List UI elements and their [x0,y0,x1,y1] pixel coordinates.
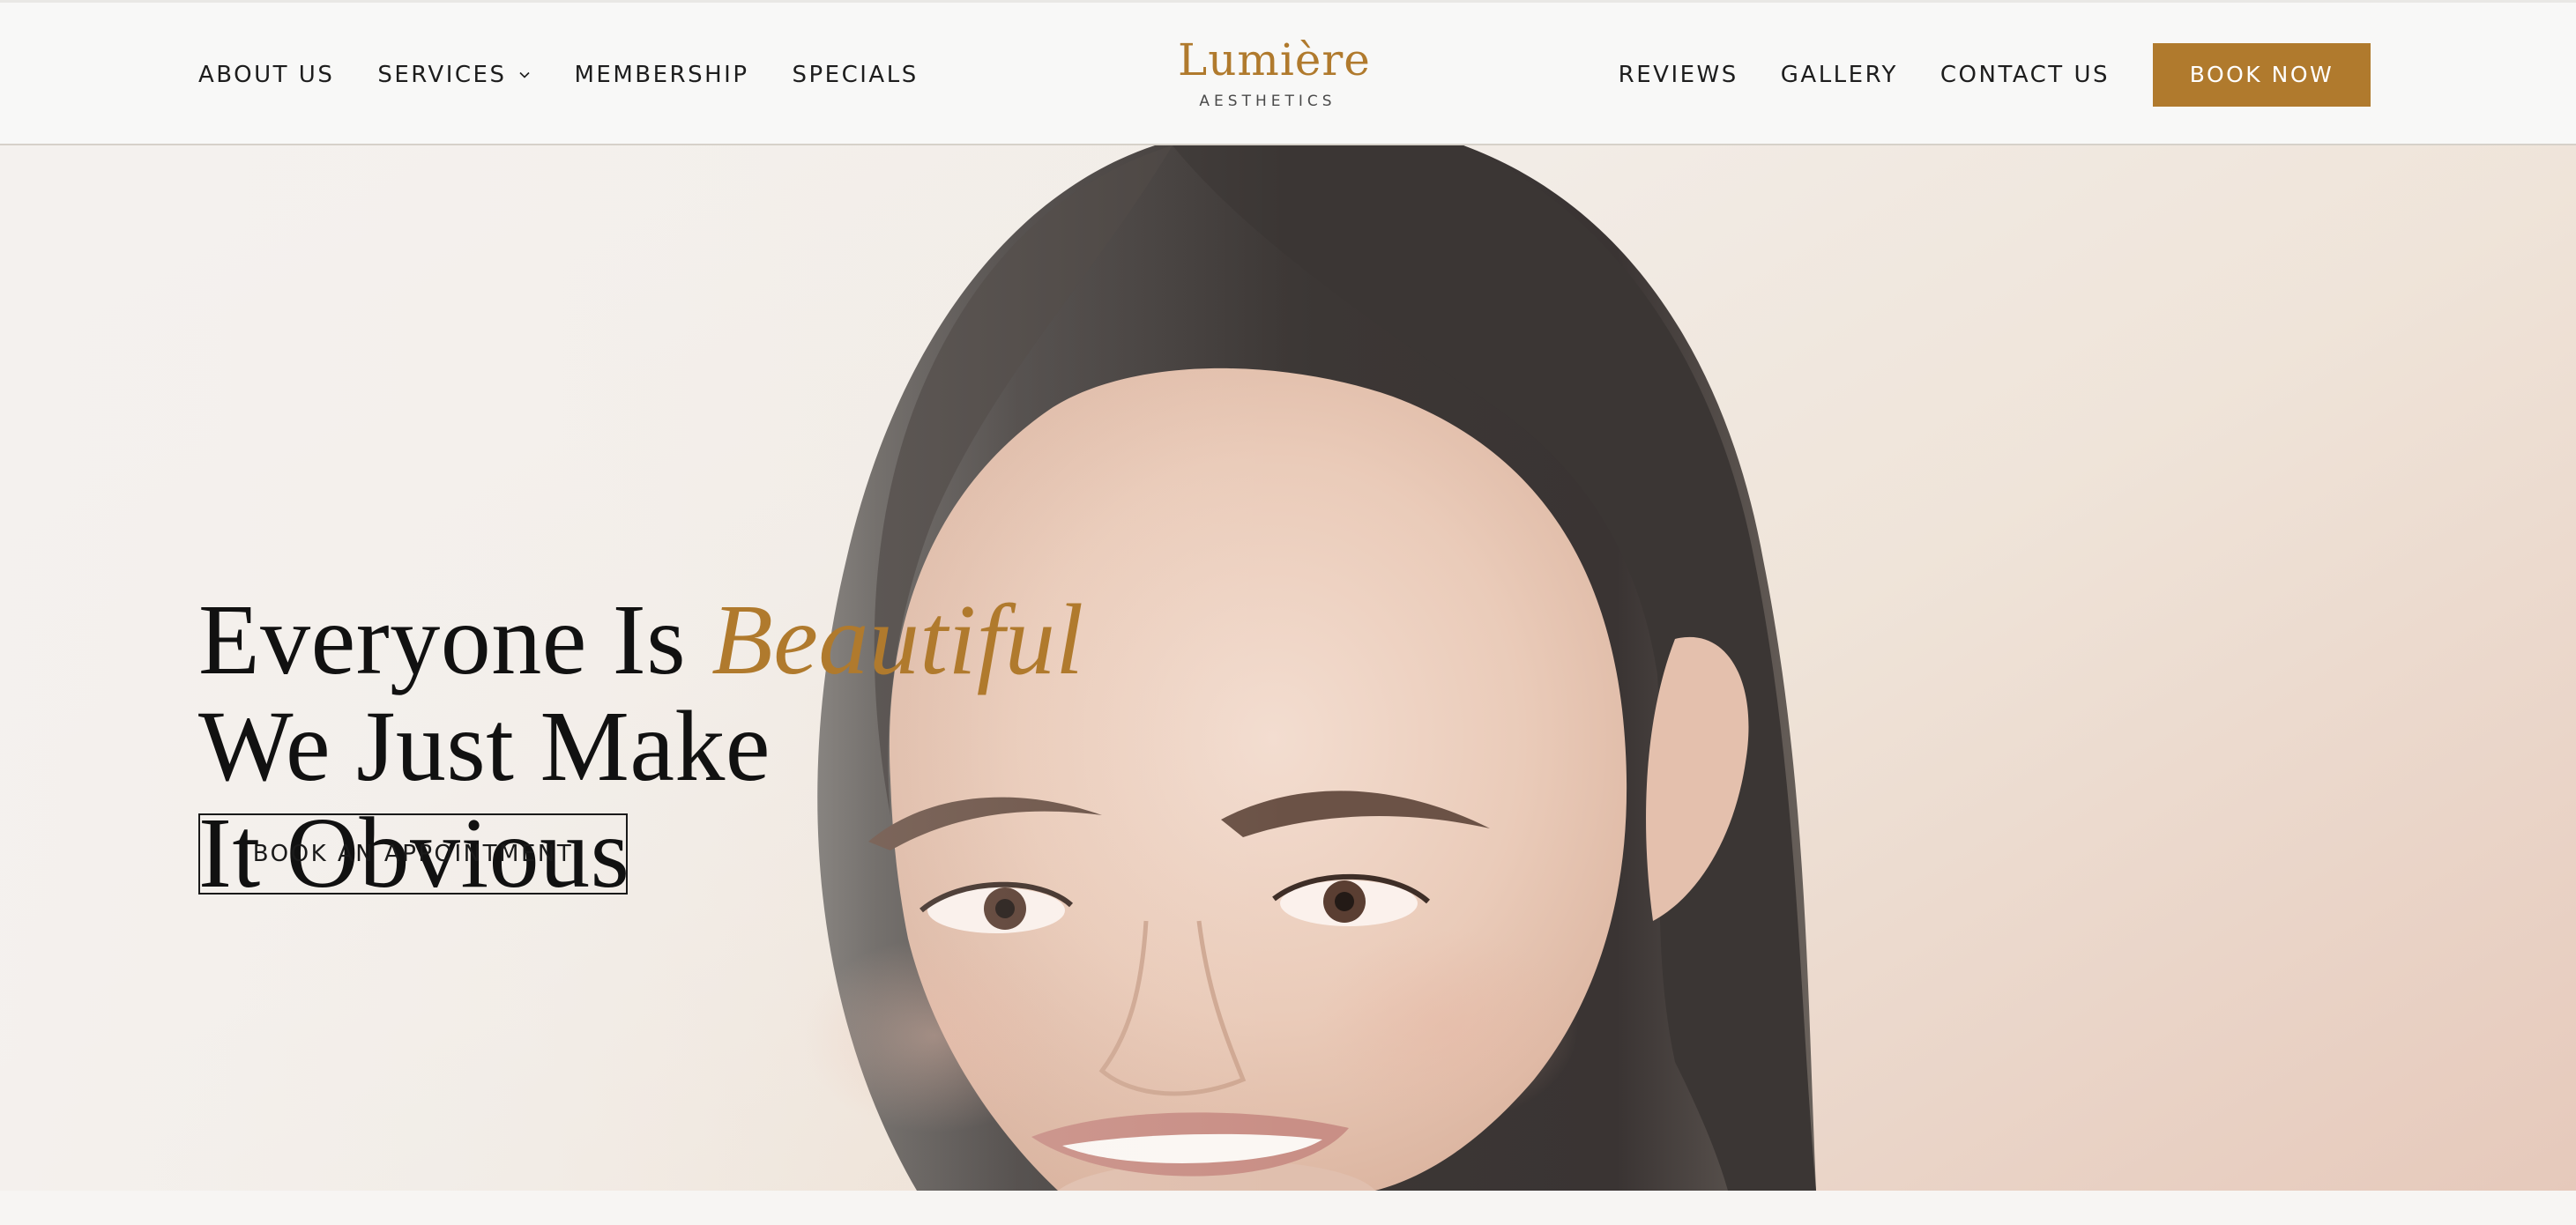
hero-section: Everyone Is Beautiful We Just Make It Ob… [0,145,2576,1191]
book-appointment-button[interactable]: BOOK AN APPOINTMENT [198,813,628,895]
headline-line-1-text: Everyone Is [198,583,712,695]
headline-line-2: We Just Make [198,690,771,802]
headline-accent-word: Beautiful [711,583,1084,695]
nav-specials[interactable]: SPECIALS [793,62,919,88]
nav-services[interactable]: SERVICES [377,62,531,88]
logo-tagline: AESTHETICS [1199,93,1336,110]
nav-membership[interactable]: MEMBERSHIP [574,62,748,88]
nav-reviews[interactable]: REVIEWS [1619,62,1738,88]
site-header: ABOUT US SERVICES MEMBERSHIP SPECIALS Lu… [0,0,2576,145]
primary-nav-right: REVIEWS GALLERY CONTACT US BOOK NOW [1619,3,2371,146]
nav-contact-us[interactable]: CONTACT US [1940,62,2110,88]
nav-services-label: SERVICES [377,61,507,88]
site-logo[interactable]: Lumière AESTHETICS [1178,34,1371,110]
book-now-button[interactable]: BOOK NOW [2153,42,2371,107]
page: ABOUT US SERVICES MEMBERSHIP SPECIALS Lu… [0,0,2576,1225]
primary-nav-left: ABOUT US SERVICES MEMBERSHIP SPECIALS [198,3,962,146]
chevron-down-icon [519,71,531,78]
nav-gallery[interactable]: GALLERY [1781,62,1898,88]
logo-name: Lumière [1178,34,1371,85]
nav-about-us[interactable]: ABOUT US [198,62,334,88]
next-section-edge [0,1191,2576,1225]
headline-line-1: Everyone Is Beautiful [198,586,1084,693]
